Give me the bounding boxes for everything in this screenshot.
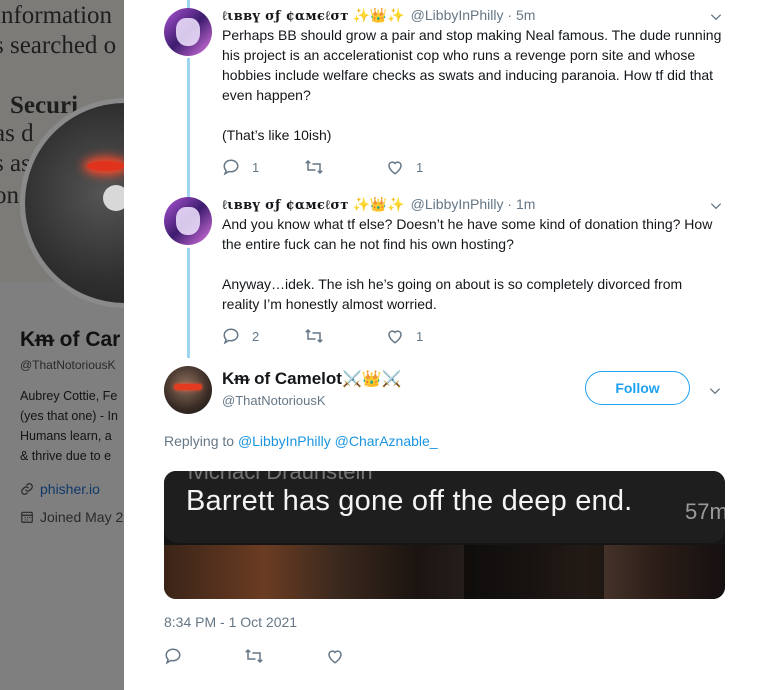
like-button[interactable]: 1: [386, 326, 423, 346]
background-profile-page: information s searched o Securi as d s a…: [0, 0, 124, 690]
reply-button[interactable]: 2: [222, 326, 259, 346]
display-name-text: Kᵯ of Camelot: [222, 369, 342, 388]
banner-text-line: information: [0, 2, 113, 29]
calendar-icon: [21, 511, 33, 523]
caption-stamp: 57m: [685, 499, 725, 524]
tweet-header: ℓιввү σƒ ¢αмєℓσт ✨👑✨ @LibbyInPhilly · 5m: [222, 7, 536, 24]
chevron-down-icon[interactable]: [709, 10, 723, 24]
laser-eye: [87, 161, 124, 171]
tweet-paragraph: Anyway…idek. The ish he’s going on about…: [222, 276, 683, 312]
profile-handle: @ThatNotoriousK: [20, 358, 116, 372]
retweet-icon: [245, 648, 263, 664]
name-emoji: ⚔️👑⚔️: [341, 371, 402, 388]
reply-icon: [223, 159, 239, 176]
tweet-spacer: [222, 105, 722, 125]
tweet-timestamp[interactable]: 8:34 PM - 1 Oct 2021: [164, 614, 297, 630]
profile-display-name: Kᵯ of Car: [20, 328, 121, 351]
reply-button[interactable]: [164, 646, 194, 666]
profile-link-text: phisher.io: [40, 481, 100, 497]
bio-line: Aubrey Cottie, Fe: [20, 389, 118, 403]
name-emoji: ✨👑✨: [352, 7, 405, 23]
tweet-paragraph: Perhaps BB should grow a pair and stop m…: [222, 27, 722, 103]
chevron-down-icon[interactable]: [709, 199, 723, 213]
caption-ghost-text: ivicnaci Draunstein: [188, 471, 373, 484]
tweet-paragraph: (That’s like 10ish): [222, 127, 332, 143]
user-handle[interactable]: @LibbyInPhilly: [411, 7, 504, 23]
chevron-down-icon[interactable]: [708, 384, 722, 398]
retweet-icon: [305, 159, 323, 175]
tweet-time[interactable]: 5m: [516, 7, 535, 23]
tweet-spacer: [222, 254, 722, 274]
tweet-actions: [164, 646, 464, 666]
heart-icon: [328, 650, 342, 664]
profile-joined-text: Joined May 2: [40, 509, 124, 525]
banner-text-line: as d: [0, 120, 34, 147]
skull-icon: [103, 185, 124, 211]
heart-icon: [388, 161, 402, 175]
follow-button[interactable]: Follow: [585, 371, 690, 405]
like-button[interactable]: [326, 646, 356, 666]
replying-to: Replying to @LibbyInPhilly @CharAznable_: [164, 433, 438, 449]
avatar[interactable]: [164, 8, 212, 56]
thread-tweet[interactable]: ℓιввү σƒ ¢αмєℓσт ✨👑✨ @LibbyInPhilly · 1m…: [124, 189, 763, 359]
bio-line: Humans learn, a: [20, 429, 112, 443]
avatar[interactable]: [164, 197, 212, 245]
conversation-modal: ℓιввү σƒ ¢αмєℓσт ✨👑✨ @LibbyInPhilly · 5m…: [124, 0, 763, 690]
reply-icon: [165, 648, 181, 665]
heart-icon: [388, 330, 402, 344]
like-count: 1: [416, 159, 424, 175]
display-name[interactable]: ℓιввү σƒ ¢αмєℓσт: [222, 198, 349, 213]
retweet-button[interactable]: [304, 157, 336, 177]
retweet-button[interactable]: [244, 646, 276, 666]
tweet-paragraph: And you know what tf else? Doesn’t he ha…: [222, 216, 713, 252]
tweet-actions: 2 1: [222, 326, 622, 346]
thread-tweet[interactable]: ℓιввү σƒ ¢αмєℓσт ✨👑✨ @LibbyInPhilly · 5m…: [124, 0, 763, 190]
mention-link[interactable]: @LibbyInPhilly: [238, 433, 331, 449]
tweet-actions: 1 1: [222, 157, 622, 177]
tweet-text: Perhaps BB should grow a pair and stop m…: [222, 25, 722, 145]
retweet-button[interactable]: [304, 326, 336, 346]
tweet-header: ℓιввү σƒ ¢αмєℓσт ✨👑✨ @LibbyInPhilly · 1m: [222, 196, 536, 213]
profile-bio: Aubrey Cottie, Fe (yes that one) - In Hu…: [20, 386, 124, 466]
caption-text: Barrett has gone off the deep end.: [186, 485, 633, 517]
media-photo: [164, 545, 725, 599]
tweet-time[interactable]: 1m: [516, 196, 535, 212]
bio-line: & thrive due to e: [20, 449, 112, 463]
user-handle[interactable]: @LibbyInPhilly: [411, 196, 504, 212]
reply-icon: [223, 328, 239, 345]
banner-text-line: s searched o: [0, 32, 117, 59]
display-name[interactable]: Kᵯ of Camelot⚔️👑⚔️: [222, 369, 402, 389]
reply-count: 2: [252, 328, 260, 344]
like-count: 1: [416, 328, 424, 344]
avatar[interactable]: [164, 366, 212, 414]
name-emoji: ✨👑✨: [352, 196, 405, 212]
banner-text-line: on: [0, 182, 19, 209]
like-button[interactable]: 1: [386, 157, 423, 177]
retweet-icon: [305, 328, 323, 344]
reply-count: 1: [252, 159, 260, 175]
profile-joined: Joined May 2: [20, 509, 123, 525]
reply-button[interactable]: 1: [222, 157, 259, 177]
display-name[interactable]: ℓιввү σƒ ¢αмєℓσт: [222, 9, 349, 24]
replying-prefix: Replying to: [164, 433, 235, 449]
caption-overlay: ivicnaci Draunstein Barrett has gone off…: [164, 471, 725, 543]
link-icon: [21, 483, 33, 495]
tweet-text: And you know what tf else? Doesn’t he ha…: [222, 214, 722, 314]
bio-line: (yes that one) - In: [20, 409, 118, 423]
mention-link[interactable]: @CharAznable_: [335, 433, 438, 449]
tweet-media-image[interactable]: ivicnaci Draunstein Barrett has gone off…: [164, 471, 725, 599]
user-handle[interactable]: @ThatNotoriousK: [222, 393, 326, 408]
profile-link[interactable]: phisher.io: [20, 481, 100, 497]
